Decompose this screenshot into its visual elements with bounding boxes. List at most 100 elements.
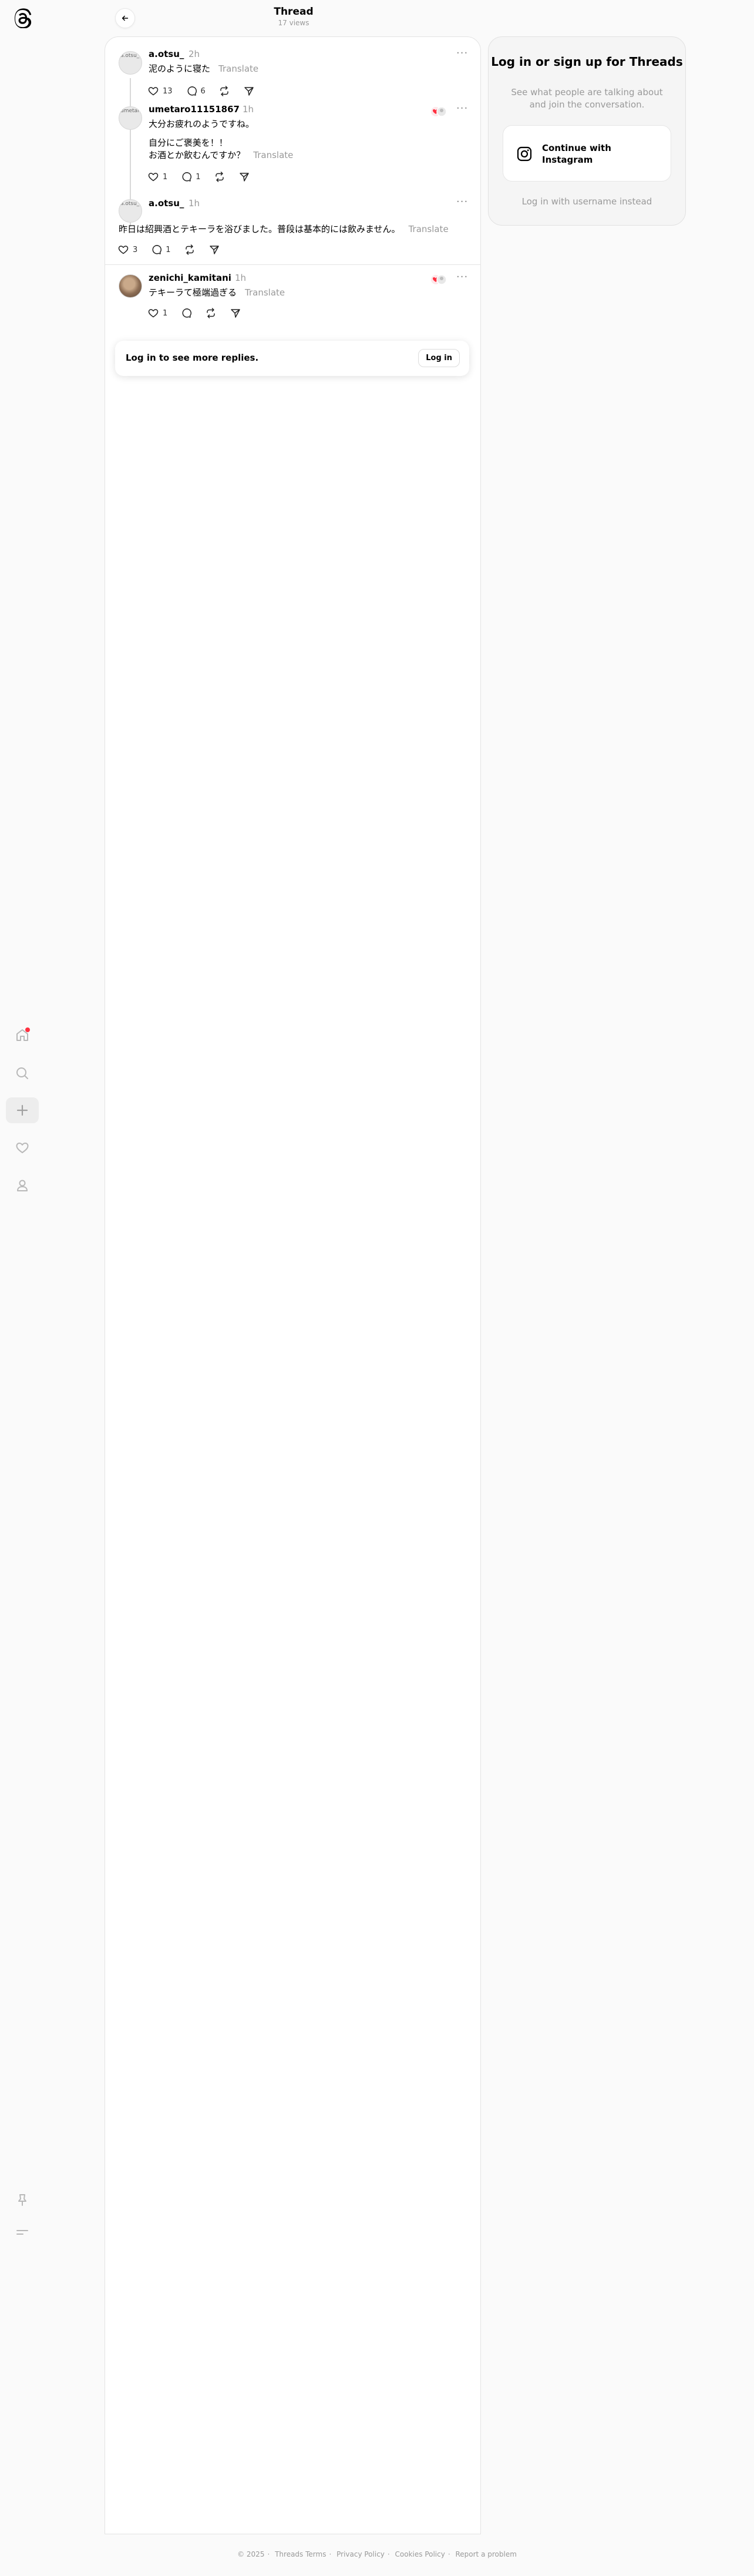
- footer-link-report[interactable]: Report a problem: [455, 2550, 516, 2558]
- nav-activity[interactable]: [6, 1135, 39, 1161]
- post-actions: 13 6: [147, 85, 268, 97]
- like-count: 3: [133, 245, 138, 254]
- post-time[interactable]: 2h: [188, 49, 200, 59]
- avatar[interactable]: umetaro11151867: [119, 106, 142, 130]
- login-card-title: Log in or sign up for Threads: [491, 55, 683, 69]
- footer-copyright: © 2025: [237, 2550, 265, 2558]
- notification-dot: [25, 1027, 30, 1032]
- reply-count: 1: [196, 172, 201, 182]
- post-actions: 1 1: [147, 171, 263, 183]
- reply-button[interactable]: 1: [150, 244, 171, 256]
- share-button[interactable]: [238, 171, 250, 183]
- repost-button[interactable]: [205, 307, 217, 319]
- like-button[interactable]: 3: [117, 244, 137, 256]
- repost-button[interactable]: [184, 244, 196, 256]
- post-text: 昨日は紹興酒とテキーラを浴びました。普段は基本的には飲みません。 Translat…: [119, 223, 449, 236]
- footer: © 2025 · Threads Terms · Privacy Policy · C…: [237, 2550, 517, 2558]
- login-card-subtitle: See what people are talking about and jo…: [511, 87, 663, 110]
- send-icon: [239, 173, 249, 182]
- login-prompt-bar: Log in to see more replies. Log in: [115, 341, 469, 376]
- reply-count: 6: [200, 86, 206, 96]
- avatar-alt-text: umetaro11151867: [120, 108, 142, 114]
- continue-with-instagram-button[interactable]: Continue with Instagram: [503, 125, 671, 182]
- reply-button[interactable]: [180, 307, 192, 319]
- username-login-link[interactable]: Log in with username instead: [489, 196, 685, 207]
- post-text: 自分にご褒美を！！: [149, 137, 228, 148]
- login-button[interactable]: Log in: [418, 349, 460, 367]
- post-body: 昨日は紹興酒とテキーラを浴びました。普段は基本的には飲みません。: [119, 224, 400, 234]
- post-username[interactable]: a.otsu_: [149, 198, 184, 209]
- heart-icon: [148, 87, 159, 96]
- heart-icon: [148, 309, 159, 318]
- avatar[interactable]: [119, 274, 142, 298]
- post-actions: 3 1: [117, 244, 233, 256]
- repost-button[interactable]: [214, 171, 225, 183]
- login-card: Log in or sign up for Threads See what p…: [488, 36, 686, 226]
- liked-by-author-badge-icon: [431, 274, 447, 285]
- post-body: 泥のように寝た: [149, 63, 211, 74]
- post-time[interactable]: 1h: [235, 273, 246, 283]
- post-body: お酒とか飲むんですか？: [149, 150, 245, 160]
- heart-icon: [16, 1143, 29, 1153]
- like-button[interactable]: 13: [147, 85, 173, 97]
- like-button[interactable]: 1: [147, 171, 167, 183]
- footer-link-privacy[interactable]: Privacy Policy: [336, 2550, 385, 2558]
- repost-button[interactable]: [218, 85, 230, 97]
- send-icon: [209, 246, 219, 254]
- thread-column: a.otsu_ a.otsu_ 2h ··· 泥のように寝た Translate …: [105, 36, 481, 2534]
- nav-profile[interactable]: [6, 1173, 39, 1198]
- comment-icon: [182, 172, 192, 182]
- post-body: テキーラて極端過ぎる: [149, 287, 237, 298]
- avatar-alt-text: a.otsu_: [120, 201, 140, 207]
- repost-icon: [185, 244, 194, 255]
- nav-create[interactable]: [6, 1097, 39, 1123]
- more-options-button[interactable]: ···: [456, 47, 468, 59]
- more-options-button[interactable]: ···: [456, 196, 468, 208]
- avatar[interactable]: a.otsu_: [119, 51, 142, 75]
- like-count: 13: [163, 86, 173, 96]
- post-text: テキーラて極端過ぎる Translate: [149, 287, 285, 299]
- post-username[interactable]: umetaro11151867: [149, 104, 240, 115]
- post-text: 大分お疲れのようですね。: [149, 119, 255, 129]
- share-button[interactable]: [208, 244, 220, 256]
- post-username[interactable]: zenichi_kamitani: [149, 273, 231, 283]
- login-prompt-text: Log in to see more replies.: [126, 352, 259, 363]
- search-icon: [16, 1067, 28, 1079]
- page-title: Thread: [274, 6, 314, 18]
- post-username[interactable]: a.otsu_: [149, 49, 184, 59]
- translate-link[interactable]: Translate: [409, 224, 449, 234]
- more-options-button[interactable]: ···: [456, 102, 468, 115]
- more-options-button[interactable]: ···: [456, 271, 468, 283]
- liked-by-author-badge-icon: [431, 106, 447, 117]
- like-count: 1: [163, 308, 168, 318]
- translate-link[interactable]: Translate: [253, 150, 293, 160]
- reply-button[interactable]: 1: [180, 171, 201, 183]
- view-count: 17 views: [278, 19, 309, 27]
- send-icon: [244, 87, 254, 96]
- post-time[interactable]: 1h: [243, 104, 254, 115]
- post-divider: [105, 264, 480, 265]
- person-icon: [17, 1180, 28, 1191]
- avatar[interactable]: a.otsu_: [119, 199, 142, 223]
- instagram-button-label: Continue with Instagram: [542, 143, 611, 165]
- post-text: 泥のように寝た Translate: [149, 63, 258, 75]
- like-button[interactable]: 1: [147, 307, 167, 319]
- share-button[interactable]: [230, 307, 241, 319]
- like-count: 1: [163, 172, 168, 182]
- reply-button[interactable]: 6: [186, 85, 206, 97]
- pin-icon: [18, 2194, 26, 2206]
- nav-home[interactable]: [6, 1022, 39, 1048]
- footer-link-cookies[interactable]: Cookies Policy: [395, 2550, 445, 2558]
- translate-link[interactable]: Translate: [245, 287, 285, 298]
- instagram-icon: [517, 146, 532, 162]
- footer-link-terms[interactable]: Threads Terms: [275, 2550, 326, 2558]
- nav-search[interactable]: [6, 1060, 39, 1086]
- nav-pin[interactable]: [6, 2187, 39, 2213]
- post-time[interactable]: 1h: [188, 198, 200, 209]
- nav-menu[interactable]: [6, 2219, 39, 2245]
- comment-icon: [187, 86, 197, 96]
- translate-link[interactable]: Translate: [218, 63, 258, 74]
- comment-icon: [182, 308, 192, 318]
- share-button[interactable]: [243, 85, 255, 97]
- reply-count: 1: [166, 245, 171, 254]
